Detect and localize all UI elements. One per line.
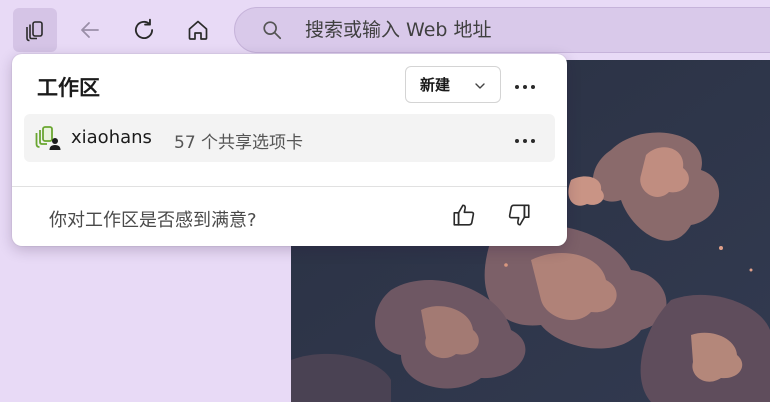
new-workspace-label: 新建: [420, 76, 451, 94]
search-icon: [261, 19, 283, 41]
divider: [12, 186, 567, 187]
workspaces-button[interactable]: [13, 8, 57, 52]
workspaces-flyout: 工作区 新建 xiaohans 57 个共享选项卡 你对工作区是否感到满意?: [12, 54, 567, 246]
like-button[interactable]: [447, 200, 481, 234]
refresh-button[interactable]: [122, 8, 166, 52]
chevron-down-icon: [474, 81, 486, 91]
new-workspace-button[interactable]: 新建: [405, 66, 501, 103]
workspace-item[interactable]: xiaohans 57 个共享选项卡: [24, 114, 555, 162]
more-horizontal-icon: [514, 75, 536, 94]
dislike-button[interactable]: [502, 200, 536, 234]
home-icon: [186, 18, 210, 42]
back-arrow-icon: [78, 18, 102, 42]
address-input[interactable]: [305, 19, 725, 41]
workspace-name: xiaohans: [71, 127, 152, 148]
shared-workspace-icon: [34, 125, 62, 151]
more-horizontal-icon: [514, 129, 536, 148]
workspace-tab-count: 57 个共享选项卡: [174, 133, 304, 153]
thumbs-down-icon: [506, 202, 532, 232]
workspace-more-button[interactable]: [508, 121, 542, 155]
address-bar[interactable]: [234, 7, 770, 53]
workspaces-icon: [23, 18, 47, 42]
feedback-question: 你对工作区是否感到满意?: [49, 210, 257, 231]
home-button[interactable]: [176, 8, 220, 52]
flyout-more-button[interactable]: [508, 67, 542, 101]
browser-toolbar: [0, 0, 770, 60]
back-button[interactable]: [68, 8, 112, 52]
thumbs-up-icon: [451, 202, 477, 232]
refresh-icon: [131, 17, 157, 43]
flyout-title: 工作区: [37, 76, 100, 100]
